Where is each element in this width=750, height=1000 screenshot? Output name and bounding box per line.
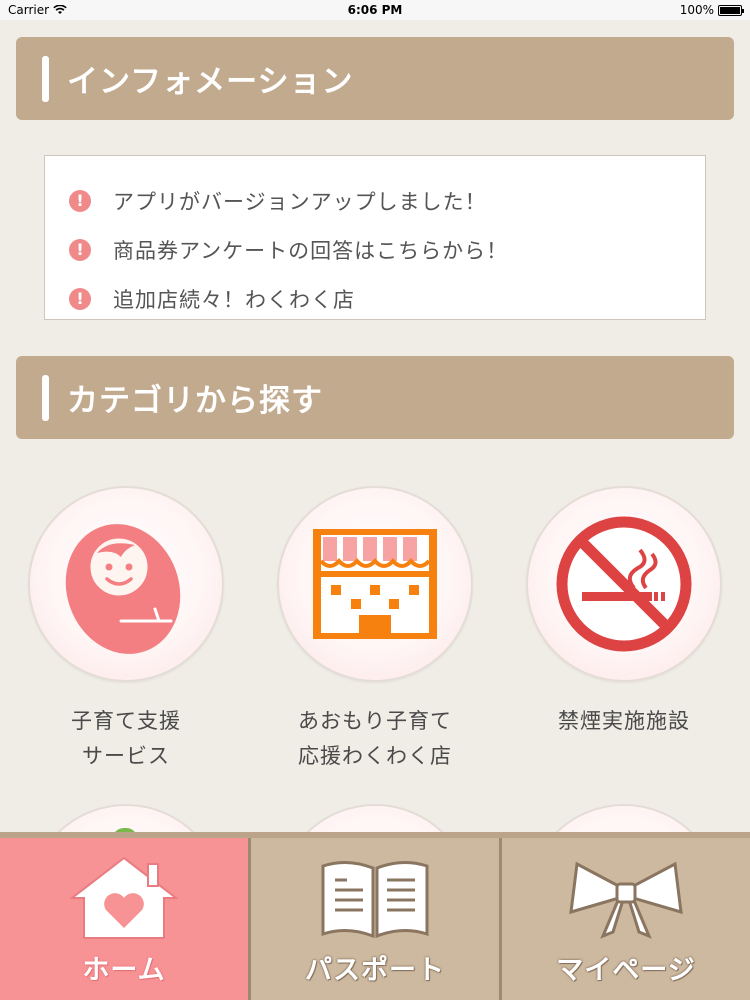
info-item[interactable]: ! アプリがバージョンアップしました！ — [69, 176, 705, 225]
tab-bar: ホーム パスポート マイページ — [0, 832, 750, 1000]
alert-icon: ! — [69, 238, 91, 261]
ribbon-icon — [569, 861, 683, 939]
category-icon-circle — [526, 486, 722, 682]
info-item[interactable]: ! 追加店続々！わくわく店 — [69, 274, 705, 323]
info-item-text: アプリがバージョンアップしました！ — [113, 189, 487, 214]
category-title: カテゴリから探す — [67, 383, 323, 419]
status-bar: Carrier 6:06 PM 100% — [0, 0, 750, 20]
battery-icon — [718, 4, 744, 16]
category-label-line2: サービス — [82, 744, 170, 768]
info-item-text: 追加店続々！わくわく店 — [113, 287, 355, 312]
information-list: ! アプリがバージョンアップしました！ ! 商品券アンケートの回答はこちらから！… — [44, 155, 706, 320]
info-item-text: 商品券アンケートの回答はこちらから！ — [113, 238, 509, 263]
baby-icon — [65, 524, 181, 654]
alert-icon: ! — [69, 287, 91, 310]
wifi-icon — [53, 5, 67, 14]
information-title: インフォメーション — [67, 64, 354, 100]
category-label-line2: 応援わくわく店 — [298, 744, 452, 768]
no-smoking-icon — [556, 516, 692, 652]
header-accent-bar — [42, 55, 49, 102]
tab-passport[interactable]: パスポート — [251, 838, 502, 1000]
home-icon — [69, 856, 179, 939]
alert-icon: ! — [69, 189, 91, 212]
category-label-line1: 禁煙実施施設 — [558, 709, 690, 733]
status-time: 6:06 PM — [347, 3, 403, 17]
battery-percent: 100% — [679, 3, 714, 17]
shop-icon — [313, 529, 437, 639]
tab-passport-label: パスポート — [305, 954, 445, 986]
category-icon-circle — [28, 486, 224, 682]
category-label-line1: 子育て支援 — [71, 709, 181, 733]
tab-mypage-label: マイページ — [556, 954, 696, 986]
header-accent-bar — [42, 374, 49, 421]
category-wakuwaku-shop[interactable]: あおもり子育て 応援わくわく店 — [275, 486, 475, 774]
tab-home[interactable]: ホーム — [0, 838, 251, 1000]
category-header: カテゴリから探す — [16, 356, 734, 439]
category-label: あおもり子育て 応援わくわく店 — [275, 704, 475, 774]
category-label: 禁煙実施施設 — [524, 704, 724, 739]
info-item[interactable]: ! 商品券アンケートの回答はこちらから！ — [69, 225, 705, 274]
information-header: インフォメーション — [16, 37, 734, 120]
category-childcare-support[interactable]: 子育て支援 サービス — [26, 486, 226, 774]
book-icon — [321, 860, 429, 938]
status-left: Carrier — [8, 3, 67, 17]
status-right: 100% — [679, 3, 744, 17]
tab-home-label: ホーム — [82, 954, 166, 986]
category-label: 子育て支援 サービス — [26, 704, 226, 774]
category-icon-circle — [277, 486, 473, 682]
category-no-smoking[interactable]: 禁煙実施施設 — [524, 486, 724, 739]
carrier-label: Carrier — [8, 3, 50, 17]
tab-mypage[interactable]: マイページ — [502, 838, 750, 1000]
category-label-line1: あおもり子育て — [298, 709, 452, 733]
